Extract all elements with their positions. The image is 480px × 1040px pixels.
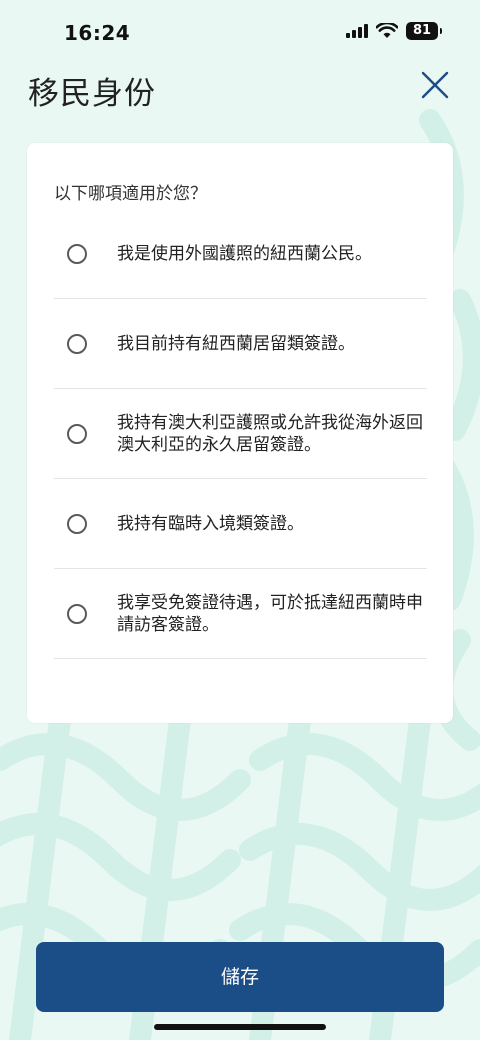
save-button[interactable]: 儲存 xyxy=(36,942,444,1012)
radio-button[interactable] xyxy=(67,333,87,354)
option-label: 我持有澳大利亞護照或允許我從海外返回澳大利亞的永久居留簽證。 xyxy=(117,412,423,455)
option-item[interactable]: 我持有澳大利亞護照或允許我從海外返回澳大利亞的永久居留簽證。 xyxy=(54,389,427,479)
status-time: 16:24 xyxy=(64,21,131,45)
radio-button[interactable] xyxy=(67,603,87,624)
radio-button[interactable] xyxy=(67,513,87,534)
home-indicator xyxy=(154,1024,326,1030)
status-bar: 16:24 81 xyxy=(0,0,480,62)
options-list: 我是使用外國護照的紐西蘭公民。 我目前持有紐西蘭居留類簽證。 我持有澳大利亞護照… xyxy=(54,209,427,659)
option-item[interactable]: 我是使用外國護照的紐西蘭公民。 xyxy=(54,209,427,299)
option-label: 我目前持有紐西蘭居留類簽證。 xyxy=(117,333,355,354)
battery-icon: 81 xyxy=(406,22,442,40)
option-label: 我持有臨時入境類簽證。 xyxy=(117,513,304,534)
option-label: 我是使用外國護照的紐西蘭公民。 xyxy=(117,243,372,264)
option-item[interactable]: 我目前持有紐西蘭居留類簽證。 xyxy=(54,299,427,389)
close-icon[interactable] xyxy=(420,70,450,100)
question-label: 以下哪項適用於您？ xyxy=(54,184,207,204)
options-card: 以下哪項適用於您？ 我是使用外國護照的紐西蘭公民。 我目前持有紐西蘭居留類簽證。… xyxy=(27,143,453,723)
option-item[interactable]: 我享受免簽證待遇，可於抵達紐西蘭時申請訪客簽證。 xyxy=(54,569,427,659)
header: 移民身份 xyxy=(0,62,480,118)
signal-icon xyxy=(346,24,368,38)
radio-button[interactable] xyxy=(67,423,87,444)
wifi-icon xyxy=(376,23,398,38)
radio-button[interactable] xyxy=(67,243,87,264)
status-icons: 81 xyxy=(346,22,442,40)
page-title: 移民身份 xyxy=(28,76,156,112)
option-item[interactable]: 我持有臨時入境類簽證。 xyxy=(54,479,427,569)
option-label: 我享受免簽證待遇，可於抵達紐西蘭時申請訪客簽證。 xyxy=(117,592,423,635)
